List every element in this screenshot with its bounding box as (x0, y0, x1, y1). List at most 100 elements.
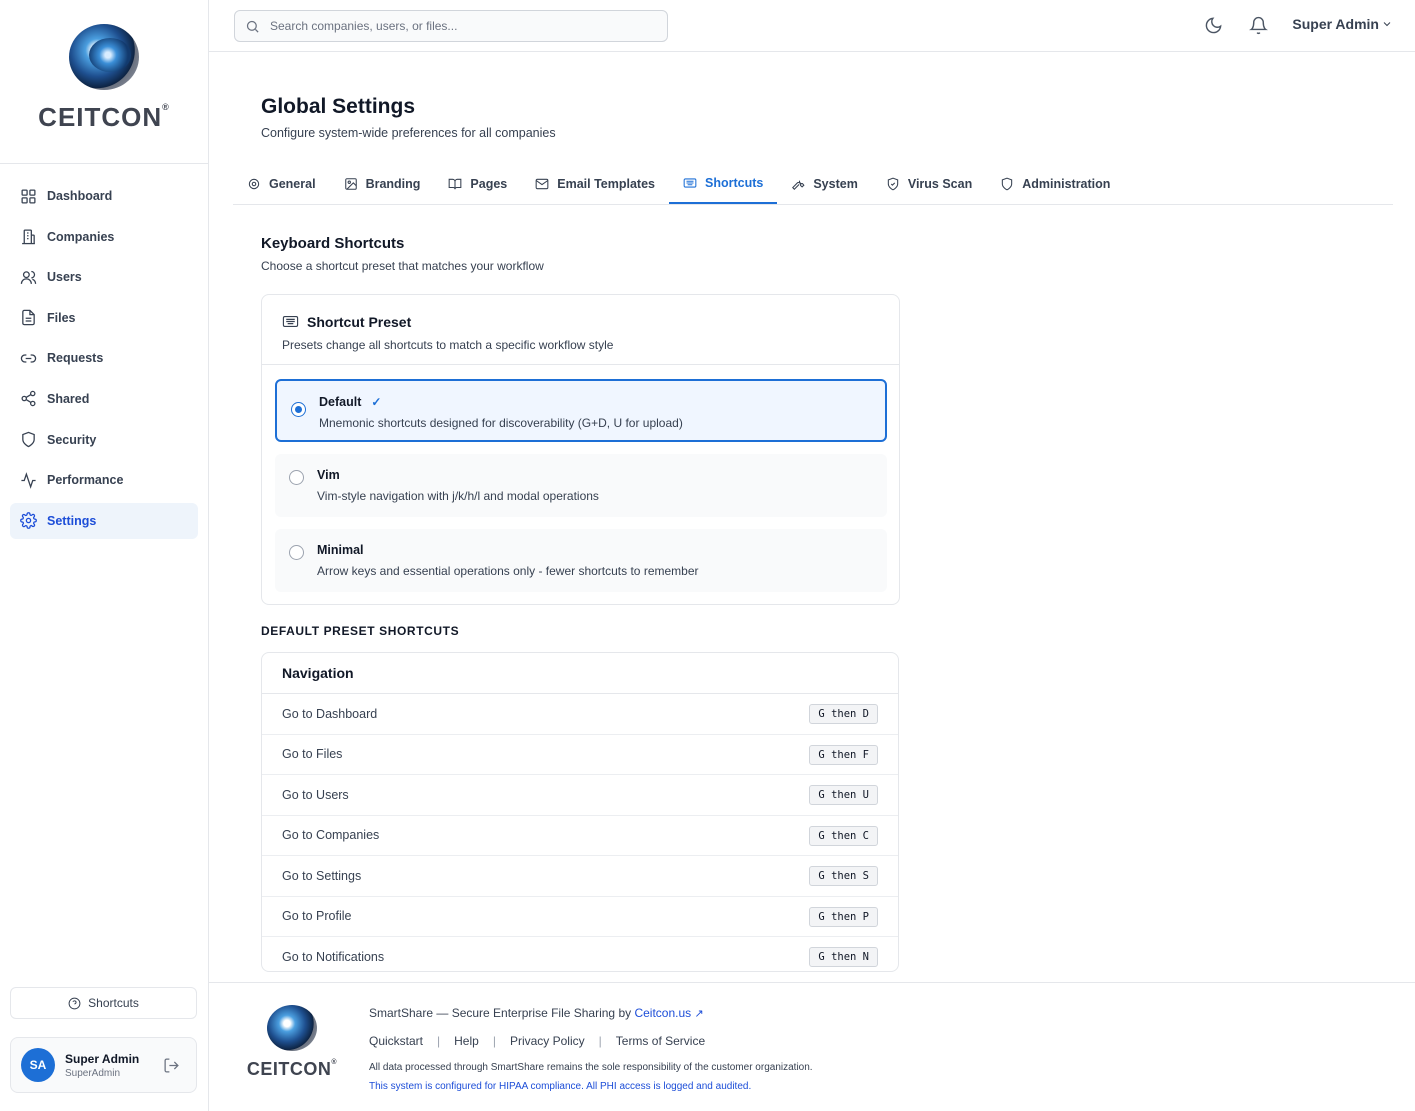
option-description: Arrow keys and essential operations only… (317, 564, 699, 578)
sidebar-item-performance[interactable]: Performance (10, 462, 198, 498)
radio-minimal[interactable] (289, 545, 304, 560)
tab-email-templates[interactable]: Email Templates (521, 164, 669, 204)
help-circle-icon (68, 997, 81, 1009)
shortcut-keys: G then D (809, 704, 878, 724)
shortcut-label: Go to Profile (282, 909, 352, 924)
tab-pages[interactable]: Pages (434, 164, 521, 204)
share-icon (21, 391, 36, 407)
shortcut-label: Go to Notifications (282, 950, 385, 965)
shortcut-label: Go to Dashboard (282, 706, 378, 721)
preset-shortcuts-heading: DEFAULT PRESET SHORTCUTS (261, 624, 460, 638)
footer-links: Quickstart | Help | Privacy Policy | Terms … (369, 1034, 706, 1048)
logout-icon[interactable] (163, 1057, 180, 1074)
brand-logo[interactable]: CEITCON® (0, 0, 208, 164)
footer-brand-name: CEITCON® (246, 1059, 338, 1079)
search-input[interactable] (270, 19, 650, 33)
moon-icon[interactable] (1204, 16, 1223, 35)
tab-label: Pages (470, 177, 508, 191)
mail-icon (535, 178, 549, 190)
sidebar-item-dashboard[interactable]: Dashboard (10, 178, 198, 214)
sidebar-item-requests[interactable]: Requests (10, 340, 198, 376)
user-role: SuperAdmin (65, 1067, 121, 1079)
tab-branding[interactable]: Branding (330, 164, 435, 204)
shortcut-row: Go to Companies G then C (262, 816, 898, 856)
shortcut-row: Go to Files G then F (262, 735, 898, 775)
sidebar-item-shared[interactable]: Shared (10, 381, 198, 417)
footer-link-terms[interactable]: Terms of Service (616, 1034, 705, 1048)
shortcut-row: Go to Notifications G then N (262, 937, 898, 971)
external-link-icon[interactable]: ↗ (695, 1008, 704, 1020)
footer-logo: CEITCON® (241, 1005, 343, 1080)
shortcut-label: Go to Settings (282, 868, 362, 883)
footer-link-quickstart[interactable]: Quickstart (369, 1034, 423, 1048)
sidebar-item-label: Shared (47, 391, 90, 406)
tab-label: Branding (365, 177, 421, 191)
user-menu[interactable]: Super Admin (1292, 16, 1393, 32)
gear-icon (248, 178, 260, 190)
shortcut-keys: G then N (809, 947, 878, 967)
sidebar-item-settings[interactable]: Settings (10, 502, 198, 539)
main-content: Global Settings Configure system-wide pr… (209, 53, 1415, 983)
shield-check-icon (887, 177, 899, 191)
shortcut-label: Go to Companies (282, 828, 380, 843)
shortcut-keys: G then S (809, 866, 878, 886)
tab-shortcuts[interactable]: Shortcuts (669, 164, 778, 204)
search-box[interactable] (234, 10, 668, 42)
section-subtitle: Choose a shortcut preset that matches yo… (261, 259, 544, 273)
preset-card-description: Presets change all shortcuts to match a … (282, 338, 614, 352)
sidebar-item-label: Requests (47, 351, 104, 366)
shortcut-row: Go to Dashboard G then D (262, 694, 898, 735)
option-name: Default (319, 395, 362, 409)
shortcuts-help-button[interactable]: Shortcuts (10, 987, 197, 1019)
preset-option-minimal[interactable]: Minimal Arrow keys and essential operati… (275, 529, 887, 592)
check-icon: ✓ (371, 395, 382, 409)
tab-administration[interactable]: Administration (986, 164, 1124, 204)
shortcut-row: Go to Users G then U (262, 775, 898, 816)
sidebar-item-security[interactable]: Security (10, 422, 198, 458)
footer-hipaa-notice: This system is configured for HIPAA comp… (369, 1081, 752, 1092)
settings-tabs: General Branding Pages Email Templates S… (233, 164, 1393, 205)
sidebar-item-label: Security (47, 432, 97, 447)
tab-label: Administration (1022, 177, 1111, 191)
preset-card-title: Shortcut Preset (282, 313, 879, 330)
sidebar-item-label: Dashboard (47, 189, 113, 203)
tab-label: Shortcuts (705, 176, 764, 190)
sidebar: CEITCON® Dashboard Companies Users Files… (0, 0, 209, 1111)
wrench-icon (792, 180, 805, 190)
radio-default[interactable] (291, 402, 306, 417)
sidebar-item-users[interactable]: Users (10, 259, 198, 295)
footer-link-privacy[interactable]: Privacy Policy (510, 1034, 585, 1048)
keyboard-icon (683, 178, 697, 188)
tab-general[interactable]: General (233, 164, 330, 204)
navigation-heading: Navigation (262, 653, 898, 694)
bell-icon[interactable] (1249, 16, 1268, 35)
avatar: SA (21, 1048, 55, 1082)
tab-system[interactable]: System (777, 164, 871, 204)
preset-option-vim[interactable]: Vim Vim-style navigation with j/k/h/l an… (275, 454, 887, 517)
option-description: Mnemonic shortcuts designed for discover… (319, 416, 683, 430)
tab-label: Email Templates (557, 177, 655, 191)
sidebar-item-label: Companies (47, 229, 115, 244)
shield-icon (1002, 177, 1013, 191)
page-footer: CEITCON® SmartShare — Secure Enterprise … (209, 982, 1415, 1111)
footer-link-help[interactable]: Help (454, 1034, 479, 1048)
gear-icon (20, 512, 37, 530)
ceitcon-globe-icon (267, 1005, 317, 1051)
page-subtitle: Configure system-wide preferences for al… (261, 126, 556, 140)
tagline-text: SmartShare — Secure Enterprise File Shar… (369, 1006, 635, 1020)
preset-option-default[interactable]: Default ✓ Mnemonic shortcuts designed for… (275, 379, 887, 442)
search-icon (246, 20, 259, 33)
ceitcon-link[interactable]: Ceitcon.us (634, 1006, 691, 1020)
shortcut-keys: G then P (809, 906, 878, 927)
footer-disclaimer: All data processed through SmartShare re… (369, 1062, 813, 1073)
shortcut-keys: G then F (809, 744, 878, 765)
file-icon (22, 310, 35, 326)
sidebar-item-companies[interactable]: Companies (10, 219, 198, 255)
option-name: Vim (317, 468, 340, 482)
tab-virus-scan[interactable]: Virus Scan (872, 164, 986, 204)
shortcuts-button-label: Shortcuts (88, 996, 139, 1010)
shortcut-label: Go to Users (282, 787, 349, 802)
section-title: Keyboard Shortcuts (261, 235, 405, 252)
radio-vim[interactable] (289, 470, 304, 485)
sidebar-item-files[interactable]: Files (10, 300, 198, 336)
